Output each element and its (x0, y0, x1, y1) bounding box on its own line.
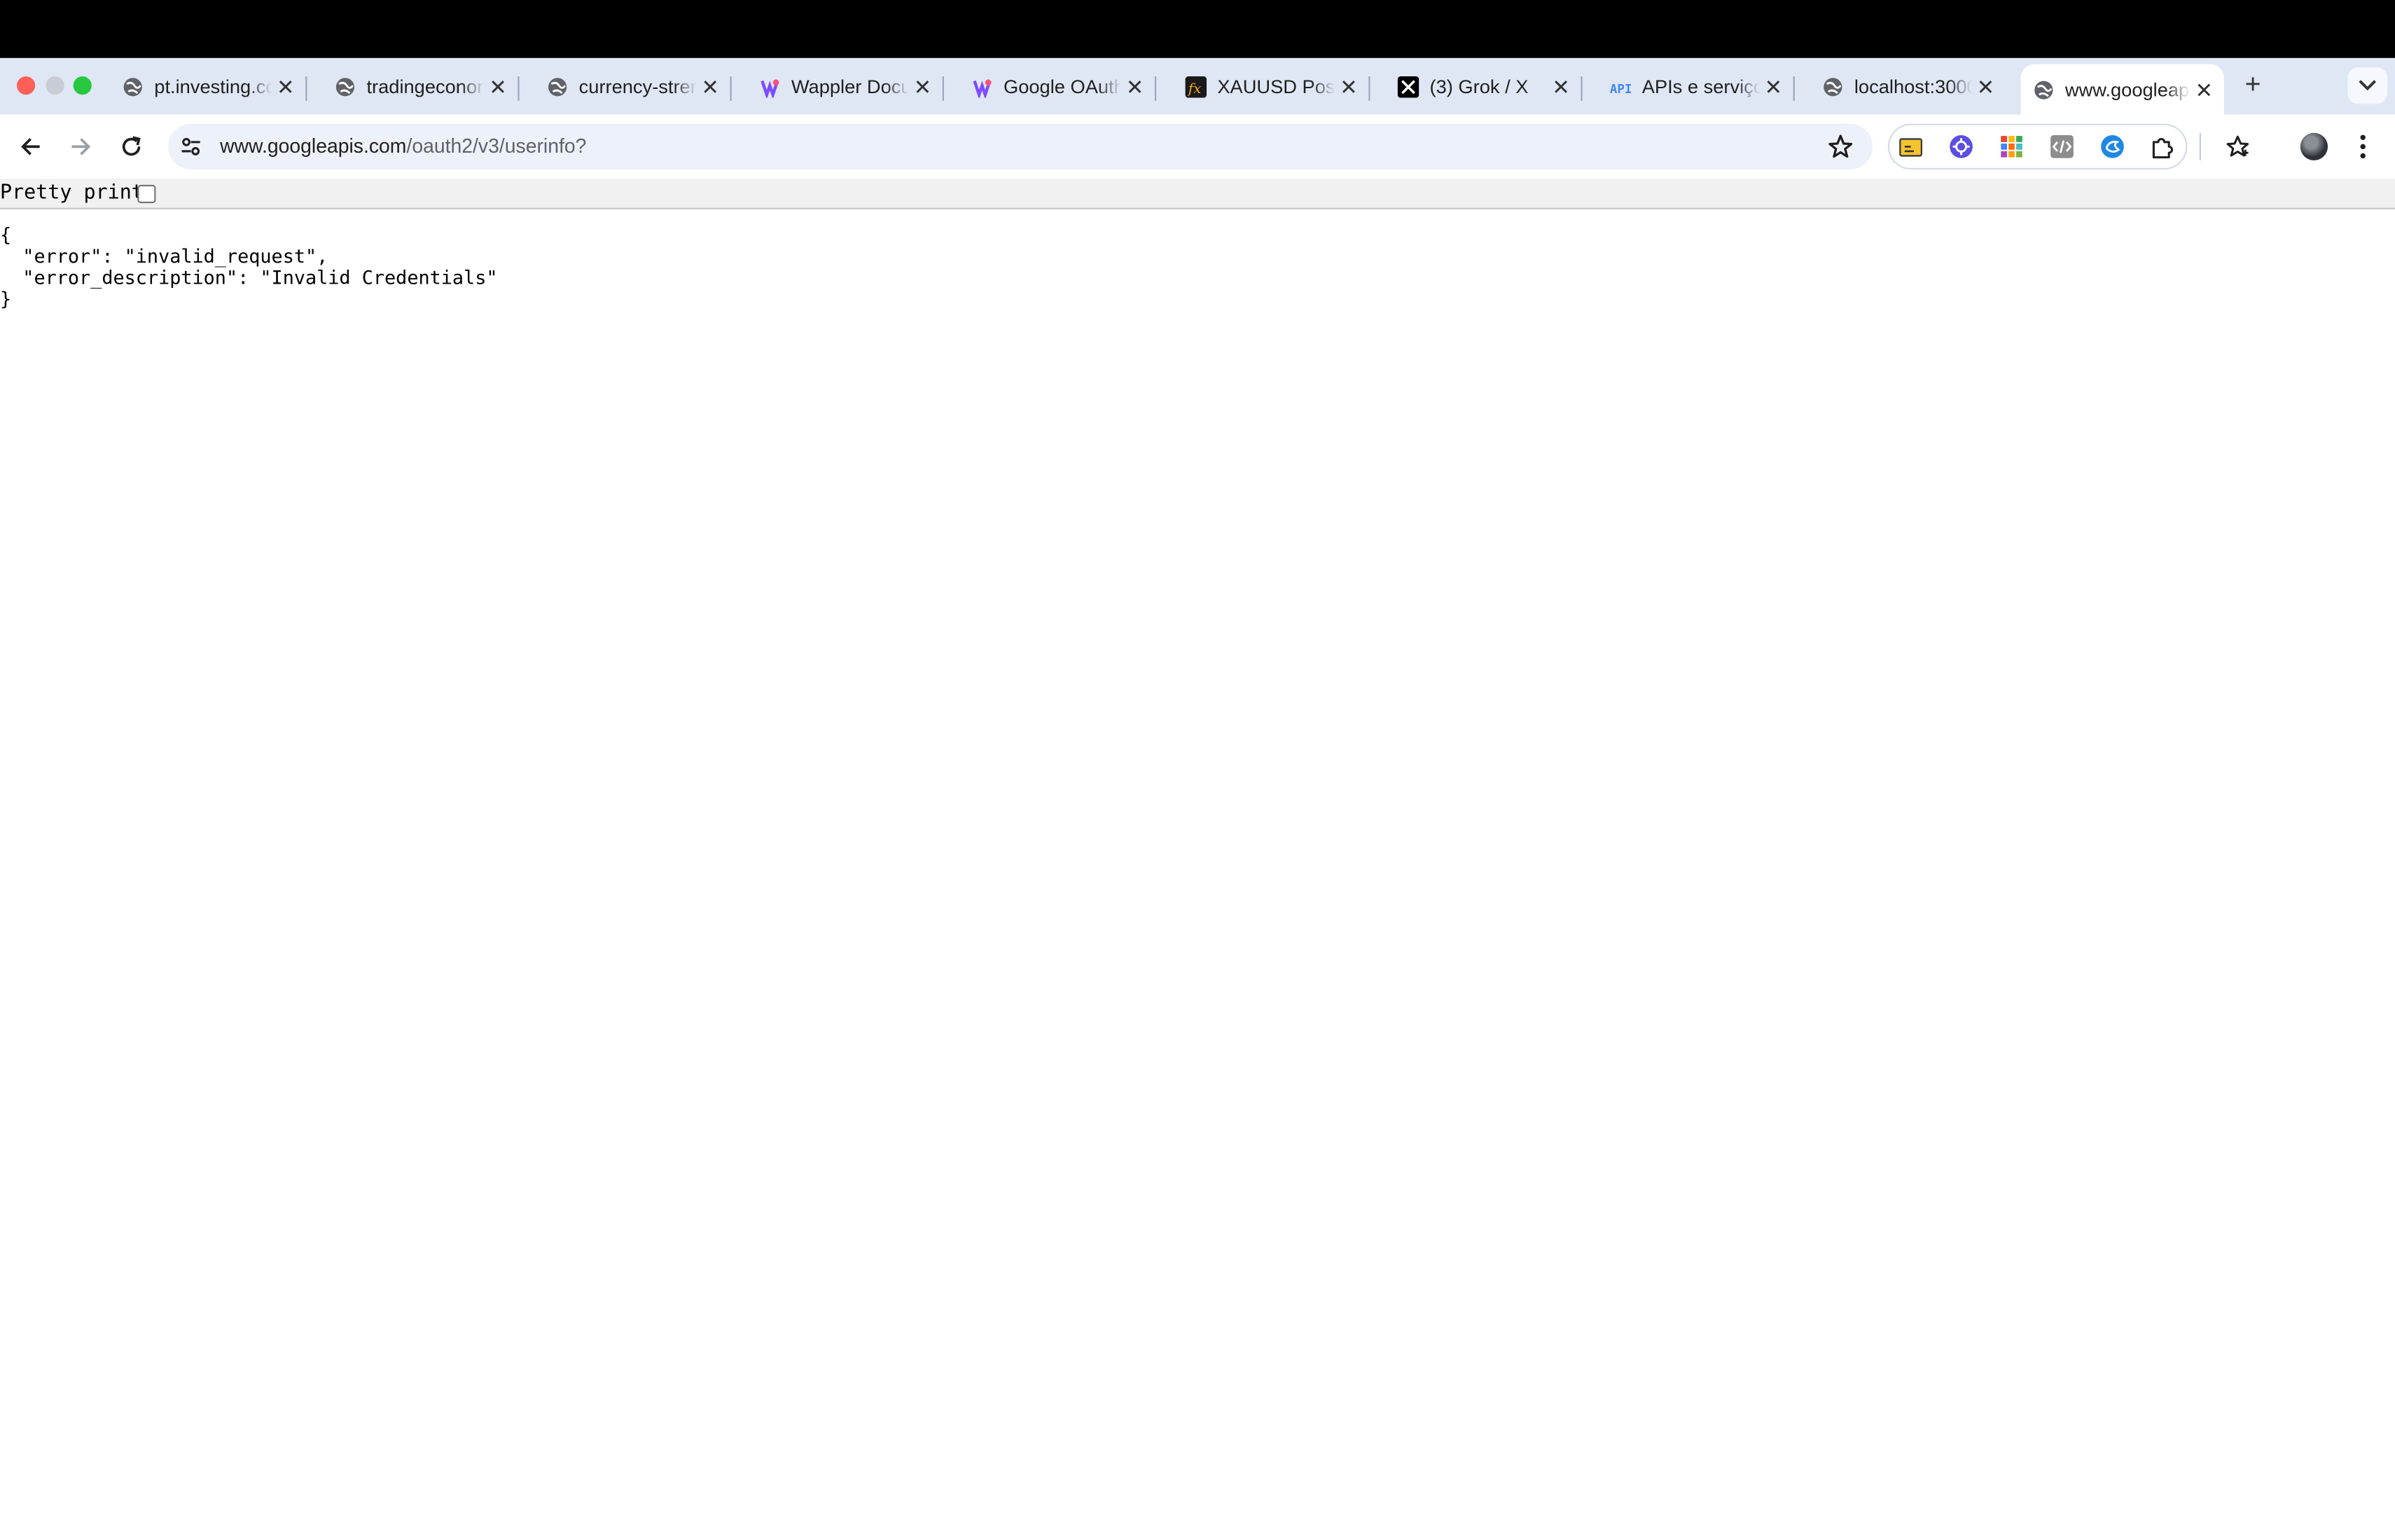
menu-kebab-icon[interactable] (2352, 132, 2374, 162)
color-grid-extension-icon[interactable] (1999, 134, 2024, 159)
extensions-group (1887, 123, 2188, 170)
tab-separator (1154, 76, 1157, 101)
x-icon (1397, 76, 1419, 98)
url-text[interactable]: www.googleapis.com/oauth2/v3/userinfo? (220, 134, 586, 159)
gear-extension-icon[interactable] (1949, 134, 1973, 159)
tab-title: localhost:3000 (1854, 76, 1972, 98)
tab-search-button[interactable] (2347, 67, 2388, 104)
folder-extension-icon[interactable] (1898, 134, 1923, 159)
tab-separator (305, 76, 307, 101)
code-extension-icon[interactable] (2050, 134, 2074, 159)
tab-separator (1581, 76, 1583, 101)
arrow-left-icon (21, 138, 40, 155)
profile-avatar[interactable] (2300, 132, 2328, 161)
close-icon[interactable]: ✕ (484, 74, 511, 101)
back-button[interactable] (15, 132, 46, 162)
tab-title: www.googleapis.com (2064, 78, 2191, 100)
pretty-print-label: Pretty print (0, 181, 144, 205)
json-line: } (0, 289, 12, 310)
tab-grok[interactable]: (3) Grok / X ✕ (1385, 64, 1583, 110)
tab-google-oauth[interactable]: Google OAuth ✕ (959, 64, 1157, 110)
pretty-print-bar (0, 179, 2395, 209)
json-line: { (0, 224, 12, 247)
tab-investing[interactable]: pt.investing.com ✕ (110, 64, 307, 110)
reload-button[interactable] (116, 132, 147, 162)
tab-title: XAUUSD Positions (1217, 76, 1335, 98)
reading-list-star-icon[interactable] (2226, 134, 2250, 159)
pretty-print-checkbox[interactable] (137, 184, 156, 204)
globe-icon (547, 76, 569, 98)
tab-title: Google OAuth (1003, 76, 1121, 98)
tab-title: APIs e serviços (1641, 76, 1760, 98)
close-icon[interactable]: ✕ (1547, 74, 1574, 101)
svg-text:fx: fx (1187, 81, 1201, 97)
globe-icon (1822, 76, 1844, 98)
tab-googleapis-active[interactable]: www.googleapis.com ✕ (2020, 64, 2224, 115)
tab-tradingeconomics[interactable]: tradingeconomics ✕ (322, 64, 520, 110)
json-line: "error": "invalid_request", (0, 246, 328, 268)
close-icon[interactable]: ✕ (697, 74, 724, 101)
tab-title: currency-strength (578, 76, 697, 98)
tab-separator (1793, 76, 1795, 101)
tab-currency-strength[interactable]: currency-strength ✕ (534, 64, 732, 110)
tab-wappler-docs[interactable]: Wappler Documentation ✕ (747, 64, 944, 110)
globe-icon (2033, 78, 2055, 100)
puzzle-extensions-icon[interactable] (2151, 134, 2175, 159)
tab-title: (3) Grok / X (1429, 76, 1529, 98)
close-icon[interactable]: ✕ (1760, 74, 1787, 101)
tab-separator (1368, 76, 1370, 101)
tab-separator (942, 76, 944, 101)
close-icon[interactable]: ✕ (272, 74, 299, 101)
tab-xauusd[interactable]: fx XAUUSD Positions ✕ (1173, 64, 1370, 110)
forward-button[interactable] (66, 132, 97, 162)
close-icon[interactable]: ✕ (2191, 76, 2218, 103)
close-icon[interactable]: ✕ (1121, 74, 1148, 101)
globe-icon (335, 76, 356, 98)
site-settings-icon[interactable] (179, 134, 203, 159)
svg-text:API: API (1610, 83, 1632, 97)
tab-title: tradingeconomics (366, 76, 484, 98)
reload-icon (122, 136, 141, 156)
new-tab-button[interactable]: + (2240, 70, 2267, 97)
tab-apis-servicos[interactable]: API APIs e serviços ✕ (1597, 64, 1795, 110)
json-response: { "error": "invalid_request", "error_des… (0, 225, 497, 310)
close-icon[interactable]: ✕ (1335, 74, 1362, 101)
fx-icon: fx (1185, 76, 1207, 98)
api-icon: API (1610, 76, 1632, 98)
tab-title: pt.investing.com (154, 76, 272, 98)
tab-separator (518, 76, 520, 101)
chevron-down-icon (2359, 80, 2377, 91)
wappler-icon (971, 76, 993, 98)
wappler-icon (759, 76, 781, 98)
url-path: /oauth2/v3/userinfo? (406, 134, 587, 158)
tab-localhost[interactable]: localhost:3000 ✕ (1810, 64, 2006, 110)
close-icon[interactable]: ✕ (909, 74, 936, 101)
swirl-extension-icon[interactable] (2100, 134, 2125, 159)
window-maximize-button[interactable] (73, 76, 92, 95)
toolbar-divider (2199, 132, 2201, 161)
globe-icon (122, 76, 144, 98)
url-host: www.googleapis.com (220, 134, 407, 158)
window-close-button[interactable] (16, 76, 36, 95)
arrow-right-icon (71, 138, 91, 155)
json-line: "error_description": "Invalid Credential… (0, 267, 498, 289)
window-minimize-button[interactable] (46, 76, 64, 95)
close-icon[interactable]: ✕ (1972, 74, 1999, 101)
browser-window: pt.investing.com ✕ tradingeconomics ✕ cu… (0, 0, 2395, 1540)
bookmark-star-icon[interactable] (1827, 133, 1854, 160)
tab-title: Wappler Documentation (791, 76, 909, 98)
tab-separator (730, 76, 732, 101)
system-menubar (0, 0, 2395, 58)
